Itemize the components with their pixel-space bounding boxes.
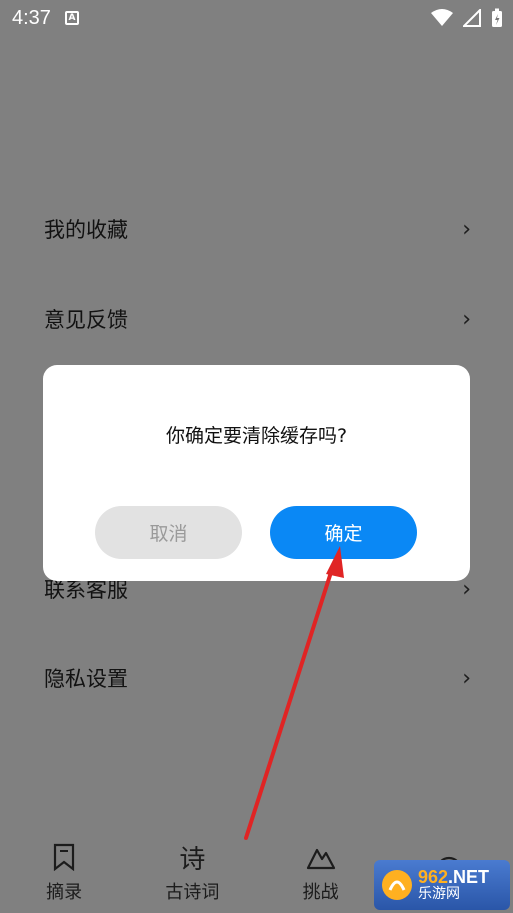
a-icon: A	[64, 11, 79, 25]
watermark-logo: 962.NET 乐游网	[374, 860, 510, 910]
wifi-icon	[431, 9, 453, 26]
cancel-button[interactable]: 取消	[95, 506, 242, 559]
battery-icon	[492, 8, 502, 27]
signal-icon	[463, 9, 481, 27]
watermark-subtitle: 乐游网	[418, 886, 460, 903]
status-bar: 4:37 A	[0, 0, 513, 36]
status-time: 4:37	[12, 6, 51, 29]
confirm-button[interactable]: 确定	[270, 506, 417, 559]
dialog-message: 你确定要清除缓存吗?	[165, 425, 348, 447]
watermark-icon	[382, 870, 412, 900]
clear-cache-dialog: 你确定要清除缓存吗? 取消 确定	[43, 365, 470, 581]
watermark-suffix: .NET	[448, 867, 490, 888]
watermark-digits: 962	[418, 867, 449, 888]
